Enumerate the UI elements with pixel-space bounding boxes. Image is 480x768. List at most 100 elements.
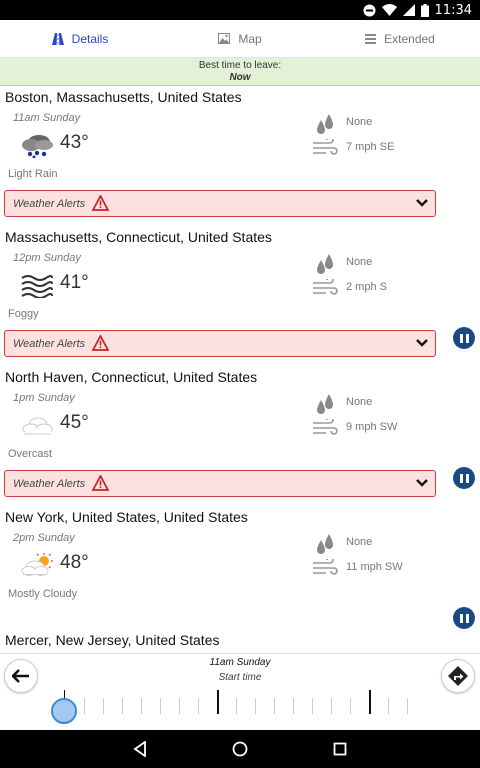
timeline-tick [103,698,104,714]
do-not-disturb-icon [363,4,376,16]
recents-square-icon[interactable] [333,742,347,756]
wind-icon [313,139,338,155]
timeline-tick [293,698,294,714]
location-title: Mercer, New Jersey, United States [5,632,220,648]
pause-button[interactable] [453,327,475,349]
chevron-down-icon [416,479,428,487]
tab-extended-label: Extended [384,31,435,46]
tab-details[interactable]: Details [0,20,160,57]
timeline-tick [236,698,237,714]
best-time-value: Now [229,72,251,83]
location-time: 12pm Sunday [13,252,81,264]
pause-icon [459,473,463,483]
pause-icon [459,333,463,343]
wind-icon [313,419,338,435]
precipitation-icon [317,534,333,554]
signal-icon [402,4,415,16]
home-circle-icon[interactable] [232,741,248,757]
timeline-tick [160,698,161,714]
timeline-tick [84,698,85,714]
warning-icon [92,475,109,491]
overcast-icon [22,417,53,435]
timeline-label: Start time [218,672,262,683]
tab-details-label: Details [71,31,109,46]
weather-alerts-label: Weather Alerts [13,478,86,490]
timeline-tick [331,698,332,714]
weather-alerts-dropdown[interactable]: Weather Alerts [4,470,436,497]
wind-value: 7 mph SE [346,141,395,153]
temperature: 43° [60,132,89,153]
weather-alerts-dropdown[interactable]: Weather Alerts [4,330,436,357]
temperature: 48° [60,552,89,573]
tab-map-label: Map [238,31,262,46]
location-title: New York, United States, United States [5,509,248,525]
pause-icon [459,613,463,623]
light-rain-icon [22,135,53,158]
status-time: 11:34 [434,2,472,18]
timeline-tick [198,698,199,714]
wind-icon [313,279,338,295]
timeline-tick [388,698,389,714]
timeline-tick [179,698,180,714]
pause-icon [465,473,469,483]
condition-label: Overcast [8,448,53,460]
image-icon [218,33,231,44]
back-triangle-icon[interactable] [133,741,147,757]
best-time-label: Best time to leave: [198,60,282,71]
pause-button[interactable] [453,467,475,489]
pause-icon [465,333,469,343]
timeline-tick [350,698,351,714]
tab-bar: Details Map Extended [0,20,480,58]
weather-alerts-label: Weather Alerts [13,338,86,350]
pause-button[interactable] [453,607,475,629]
location-time: 2pm Sunday [13,532,75,544]
chevron-down-icon [416,199,428,207]
location-time: 11am Sunday [13,112,81,124]
precipitation-value: None [346,536,373,548]
location-title: Boston, Massachusetts, United States [5,89,242,105]
timeline-tick [122,698,123,714]
timeline-tick [407,698,408,714]
wifi-icon [381,4,397,16]
location-title: Massachusetts, Connecticut, United State… [5,229,272,245]
warning-icon [92,335,109,351]
warning-icon [92,195,109,211]
condition-label: Mostly Cloudy [8,588,78,600]
status-bar: 11:34 [0,0,480,20]
directions-button[interactable] [441,659,475,693]
wind-icon [313,559,338,575]
temperature: 41° [60,272,89,293]
tab-map[interactable]: Map [160,20,320,57]
location-title: North Haven, Connecticut, United States [5,369,258,385]
fog-icon [21,275,53,298]
chevron-down-icon [416,339,428,347]
weather-alerts-dropdown[interactable]: Weather Alerts [4,190,436,217]
tab-extended[interactable]: Extended [320,20,480,57]
timeline-major-tick [217,690,219,714]
pause-icon [465,613,469,623]
precipitation-icon [317,114,333,134]
precipitation-icon [317,254,333,274]
location-time: 1pm Sunday [13,392,75,404]
timeline-major-tick [369,690,371,714]
timeline-tick [255,698,256,714]
status-icons: 11:34 [363,2,472,18]
precipitation-value: None [346,256,373,268]
time-slider-knob[interactable] [51,698,77,724]
wind-value: 11 mph SW [346,561,403,573]
temperature: 45° [60,412,89,433]
timeline-tick [274,698,275,714]
condition-label: Foggy [8,308,39,320]
timeline-tick [141,698,142,714]
road-icon [51,32,64,45]
battery-icon [420,3,429,17]
navigation-bar [0,730,480,768]
timeline-tick [312,698,313,714]
timeline-panel: 11am Sunday Start time [0,653,480,730]
weather-alerts-label: Weather Alerts [13,198,86,210]
precipitation-value: None [346,116,373,128]
timeline-time: 11am Sunday [209,657,271,668]
wind-value: 9 mph SW [346,421,398,433]
condition-label: Light Rain [8,168,58,180]
list-icon [365,33,377,44]
